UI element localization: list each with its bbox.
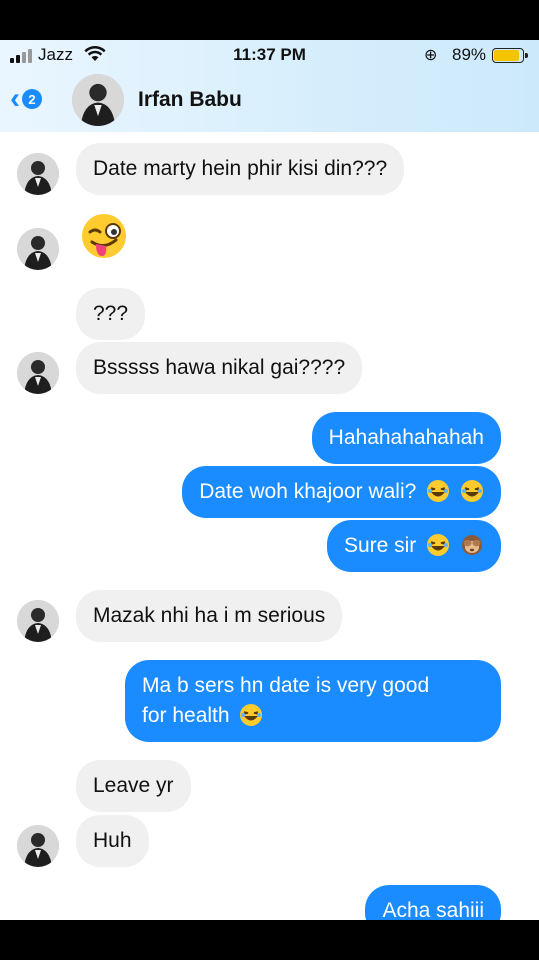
message-bubble-outgoing[interactable]: Acha sahiii [365, 885, 501, 920]
contact-avatar[interactable] [72, 74, 124, 126]
message-bubble-incoming[interactable]: Bsssss hawa nikal gai???? [76, 342, 363, 394]
battery-icon [492, 48, 528, 63]
messenger-screen: Jazz 11:37 PM ⊕ 89% ‹ 2 Irfan Babu Date … [0, 40, 539, 920]
message-text: Sure sir [343, 534, 417, 557]
message-text: Date woh khajoor wali? [199, 480, 417, 503]
chat-header: Jazz 11:37 PM ⊕ 89% ‹ 2 Irfan Babu [0, 40, 539, 132]
laughing-emoji [461, 480, 483, 502]
message-bubble-incoming[interactable]: ??? [76, 288, 146, 340]
message-bubble-incoming[interactable]: Huh [76, 815, 149, 867]
message-bubble-outgoing[interactable]: Hahahahahahah [311, 412, 501, 464]
screen-bottom-edge [0, 920, 539, 960]
message-text-line: Ma b sers hn date is very good [142, 674, 430, 697]
message-bubble-incoming[interactable]: Leave yr [76, 760, 191, 812]
message-bubble-outgoing[interactable]: Date woh khajoor wali? [182, 466, 501, 518]
contact-name[interactable]: Irfan Babu [138, 88, 242, 112]
laughing-emoji [427, 480, 450, 502]
sender-avatar[interactable] [17, 600, 59, 642]
orientation-lock-icon: ⊕ [424, 47, 438, 64]
sender-avatar[interactable] [17, 352, 59, 394]
laughing-emoji [240, 704, 263, 726]
laughing-emoji [427, 534, 450, 556]
see-no-evil-monkey-emoji [462, 535, 482, 555]
sender-avatar[interactable] [17, 228, 59, 270]
status-bar: Jazz 11:37 PM ⊕ 89% [0, 40, 539, 70]
unread-badge: 2 [22, 89, 42, 109]
sender-avatar[interactable] [17, 825, 59, 867]
message-bubble-incoming[interactable]: Mazak nhi ha i m serious [76, 590, 343, 642]
battery-percentage: 89% [452, 45, 487, 64]
winking-face-tongue-emoji[interactable] [80, 212, 128, 260]
message-bubble-outgoing[interactable]: Sure sir [326, 520, 501, 572]
message-text-line: for health [142, 704, 230, 727]
message-bubble-incoming[interactable]: Date marty hein phir kisi din??? [76, 143, 405, 195]
chevron-left-icon: ‹ [10, 82, 20, 115]
sender-avatar[interactable] [17, 153, 59, 195]
message-bubble-outgoing[interactable]: Ma b sers hn date is very good for healt… [125, 660, 501, 742]
back-button[interactable]: ‹ 2 [10, 84, 42, 114]
